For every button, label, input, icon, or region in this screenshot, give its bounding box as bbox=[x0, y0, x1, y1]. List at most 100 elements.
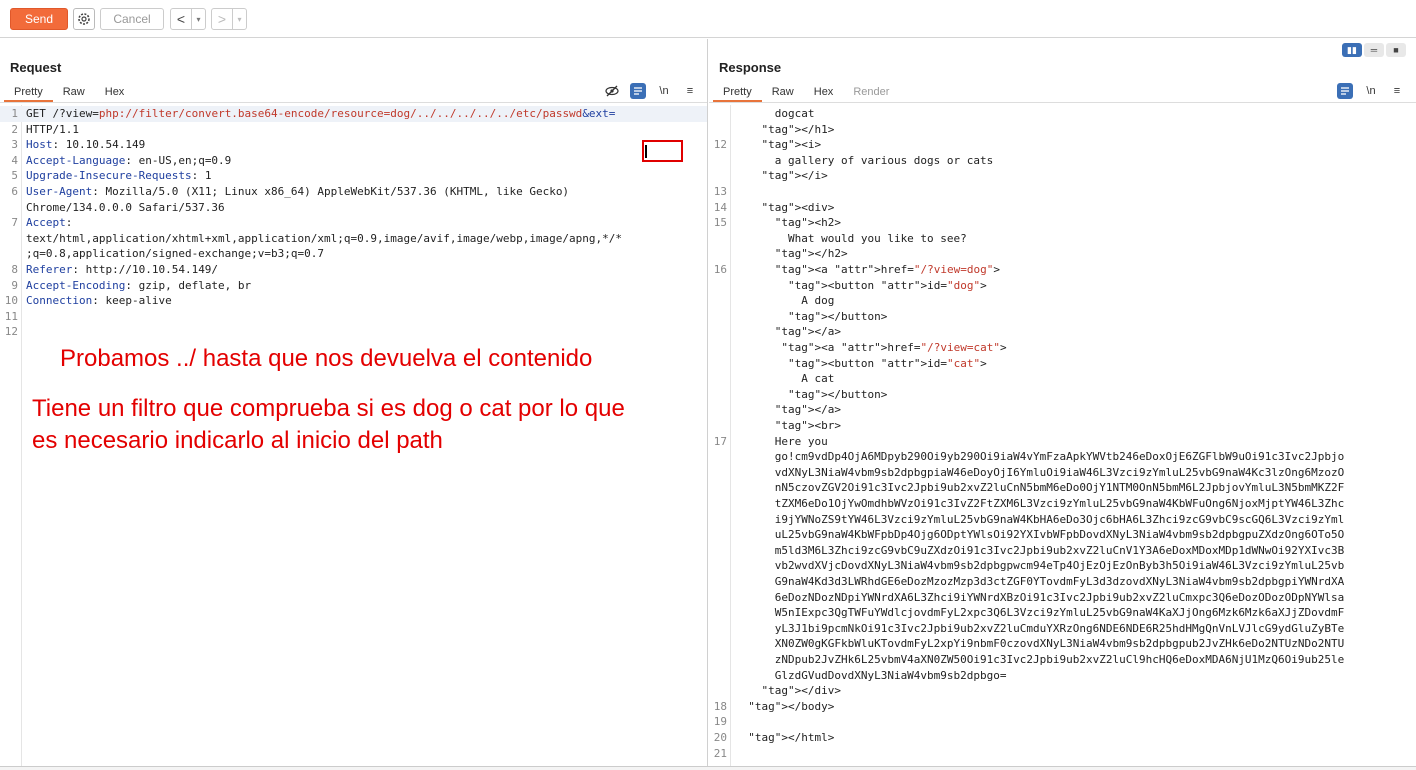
response-line-number: 14 bbox=[713, 200, 727, 214]
response-line-text: "tag"><button "attr">id="cat"> bbox=[787, 356, 987, 370]
request-tabs: Pretty Raw Hex bbox=[4, 84, 134, 102]
response-line-number: 21 bbox=[713, 746, 727, 760]
ext-param-highlight bbox=[642, 140, 683, 162]
response-line-text: tZXM6eDo1OjYwOmdhbWVzOi91c3IvZ2FtZXM6L3V… bbox=[735, 497, 1345, 510]
request-line-text: text/html,application/xhtml+xml,applicat… bbox=[26, 231, 623, 245]
request-line-text: ;q=0.8,application/signed-exchange;v=b3;… bbox=[26, 247, 325, 261]
response-title: Response bbox=[719, 60, 782, 75]
response-code-line: "tag"></button> bbox=[709, 387, 1416, 403]
request-line-number: 7 bbox=[11, 216, 18, 230]
response-line-text: nN5czovZGV2Oi91c3Ivc2Jpbi9ub2xvZ2luCnN5b… bbox=[735, 481, 1345, 495]
newline-icon[interactable]: \n bbox=[656, 83, 672, 99]
menu-icon[interactable]: ≡ bbox=[682, 83, 698, 99]
request-code-line: 1 GET /?view=php://filter/convert.base64-… bbox=[0, 106, 707, 122]
response-tab-hex[interactable]: Hex bbox=[804, 84, 844, 102]
response-tab-pretty[interactable]: Pretty bbox=[713, 84, 762, 102]
request-line-number: 4 bbox=[11, 153, 18, 167]
response-line-text: "tag"><a "attr">href="/?view=dog"> bbox=[774, 263, 1000, 276]
response-tab-raw[interactable]: Raw bbox=[762, 84, 804, 102]
single-pane-icon[interactable]: ■ bbox=[1386, 43, 1406, 57]
request-code-line: ;q=0.8,application/signed-exchange;v=b3;… bbox=[0, 246, 707, 262]
request-line-text: Accept: bbox=[26, 216, 73, 230]
response-line-text: "tag"></button> bbox=[787, 309, 888, 323]
request-line-text: Host: 10.10.54.149 bbox=[26, 138, 146, 152]
response-code-line: 21 bbox=[709, 746, 1416, 762]
text-cursor bbox=[645, 145, 647, 158]
response-code-line: tZXM6eDo1OjYwOmdhbWVzOi91c3IvZ2FtZXM6L3V… bbox=[709, 496, 1416, 512]
response-code-line: "tag"></a> bbox=[709, 324, 1416, 340]
request-code-line: 3 Host: 10.10.54.149 bbox=[0, 137, 707, 153]
forward-arrow-icon[interactable]: > bbox=[212, 9, 232, 29]
request-tab-pretty[interactable]: Pretty bbox=[4, 84, 53, 102]
response-line-number: 19 bbox=[713, 715, 727, 729]
request-line-number: 11 bbox=[4, 309, 18, 323]
request-line-number: 8 bbox=[11, 263, 18, 276]
request-code-line: 4 Accept-Language: en-US,en;q=0.9 bbox=[0, 153, 707, 169]
response-panel: ▮▮ ═ ■ Response Pretty Raw Hex Render \n… bbox=[709, 39, 1416, 770]
annotation-note-3: es necesario indicarlo al inicio del pat… bbox=[32, 427, 443, 454]
toolbar: Send Cancel < ▾ > ▾ bbox=[0, 0, 1416, 38]
request-code-line: 9 Accept-Encoding: gzip, deflate, br bbox=[0, 278, 707, 294]
response-code-line: "tag"><a "attr">href="/?view=cat"> bbox=[709, 340, 1416, 356]
response-line-text: "tag"></html> bbox=[748, 731, 835, 744]
request-line-text: User-Agent: Mozilla/5.0 (X11; Linux x86_… bbox=[26, 185, 570, 198]
request-tab-divider bbox=[0, 102, 707, 103]
response-line-text: "tag"><br> bbox=[774, 419, 841, 432]
request-line-number: 12 bbox=[4, 325, 18, 339]
send-button[interactable]: Send bbox=[10, 8, 68, 30]
response-code-line: "tag"></a> bbox=[709, 402, 1416, 418]
response-line-text: "tag"><i> bbox=[761, 138, 822, 152]
back-navigation[interactable]: < ▾ bbox=[170, 8, 206, 30]
request-code-line: 10 Connection: keep-alive bbox=[0, 293, 707, 309]
response-code-line: zNDpub2JvZHk6L25vbmV4aXN0ZW50Oi91c3Ivc2J… bbox=[709, 652, 1416, 668]
gear-icon bbox=[78, 13, 90, 25]
response-code-line: 14 "tag"><div> bbox=[709, 200, 1416, 216]
request-code-line: 11 bbox=[0, 309, 707, 325]
back-dropdown-icon[interactable]: ▾ bbox=[191, 9, 205, 29]
response-code-line: 16 "tag"><a "attr">href="/?view=dog"> bbox=[709, 262, 1416, 278]
request-tab-raw[interactable]: Raw bbox=[53, 84, 95, 102]
response-tab-render[interactable]: Render bbox=[843, 84, 899, 102]
forward-dropdown-icon[interactable]: ▾ bbox=[232, 9, 246, 29]
response-line-text: Here you bbox=[735, 434, 828, 448]
response-code-line: "tag"></h1> bbox=[709, 122, 1416, 138]
response-line-number: 16 bbox=[713, 263, 727, 276]
request-line-number: 1 bbox=[11, 107, 18, 120]
response-line-text: G9naW4Kd3d3LWRhdGE6eDozMzozMzp3d3ctZGF0Y… bbox=[735, 575, 1345, 588]
request-tab-hex[interactable]: Hex bbox=[95, 84, 135, 102]
newline-icon[interactable]: \n bbox=[1363, 83, 1379, 99]
response-line-text: XN0ZW0gKGFkbWluKTovdmFyL2xpYi9nbmF0czovd… bbox=[735, 637, 1345, 651]
response-code-line: What would you like to see? bbox=[709, 231, 1416, 247]
response-editor[interactable]: dogcat "tag"></h1> 12 "tag"><i> a gallery… bbox=[709, 105, 1416, 770]
response-code-line: m5ld3M6L3Zhci9zcG9vbC9uZXdzOi91c3Ivc2Jpb… bbox=[709, 543, 1416, 559]
gear-button[interactable] bbox=[73, 8, 95, 30]
response-line-number: 13 bbox=[713, 185, 727, 198]
back-arrow-icon[interactable]: < bbox=[171, 9, 191, 29]
response-line-number: 17 bbox=[713, 434, 727, 448]
request-title: Request bbox=[10, 60, 62, 75]
response-line-number: 18 bbox=[713, 699, 727, 713]
split-vertical-icon[interactable]: ▮▮ bbox=[1342, 43, 1362, 57]
response-line-text: i9jYWNoZS9tYW46L3Vzci9zYmluL25vbG9naW4Kb… bbox=[735, 512, 1345, 526]
wrap-lines-icon[interactable] bbox=[1337, 83, 1353, 99]
bottom-scrollbar[interactable] bbox=[0, 766, 1416, 770]
cancel-button[interactable]: Cancel bbox=[100, 8, 164, 30]
response-line-number: 12 bbox=[713, 138, 727, 152]
request-code-line: 12 bbox=[0, 324, 707, 340]
request-code-line: text/html,application/xhtml+xml,applicat… bbox=[0, 231, 707, 247]
menu-icon[interactable]: ≡ bbox=[1389, 83, 1405, 99]
response-code-line: a gallery of various dogs or cats bbox=[709, 153, 1416, 169]
forward-navigation[interactable]: > ▾ bbox=[211, 8, 247, 30]
response-code-line: 12 "tag"><i> bbox=[709, 137, 1416, 153]
split-horizontal-icon[interactable]: ═ bbox=[1364, 43, 1384, 57]
eye-slash-icon[interactable] bbox=[604, 83, 620, 99]
request-line-number: 6 bbox=[11, 185, 18, 198]
response-line-text: W5nIExpc3QgTWFuYWdlcjovdmFyL2xpc3Q6L3Vzc… bbox=[735, 606, 1345, 620]
response-code-line: GlzdGVudDovdXNyL3NiaW4vbm9sb2dpbgo= bbox=[709, 668, 1416, 684]
request-panel: Request Pretty Raw Hex \n ≡ 1 GET /?view=… bbox=[0, 39, 708, 770]
response-line-text: "tag"></a> bbox=[774, 325, 841, 339]
response-line-text: vb2wvdXVjcDovdXNyL3NiaW4vbm9sb2dpbgpwcm9… bbox=[735, 559, 1345, 573]
request-line-text: Referer: http://10.10.54.149/ bbox=[26, 263, 219, 276]
response-line-text: "tag"></button> bbox=[787, 387, 888, 401]
wrap-lines-icon[interactable] bbox=[630, 83, 646, 99]
